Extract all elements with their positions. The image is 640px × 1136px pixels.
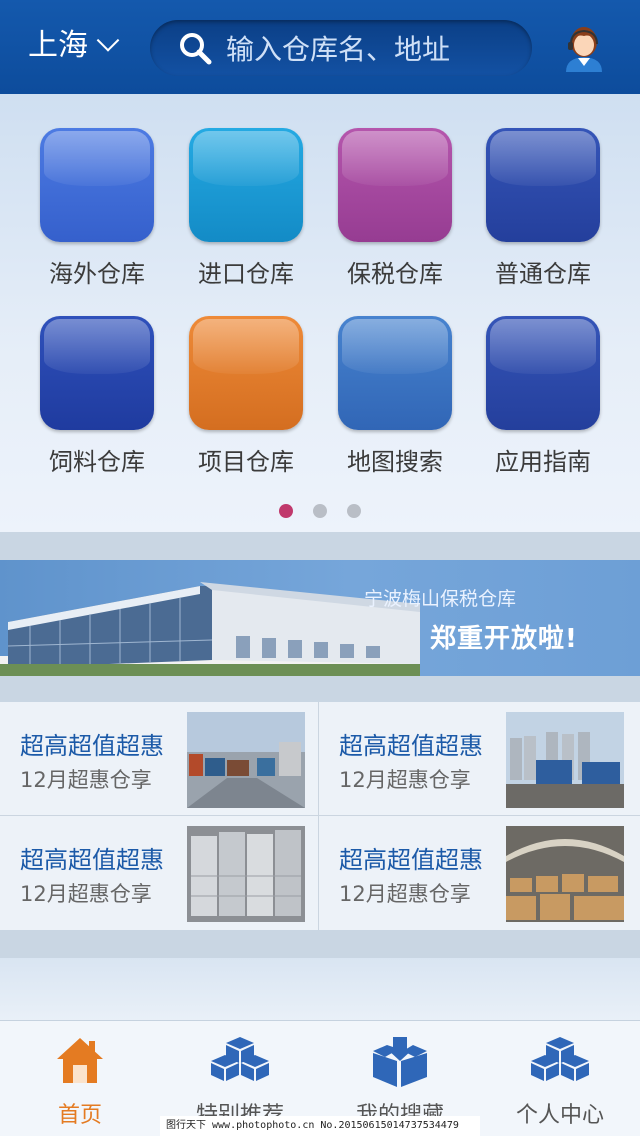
content-spacer: [0, 958, 640, 1020]
category-icon: [338, 128, 452, 242]
watermark-strip: 图行天下 www.photophoto.cn No.20150615014737…: [160, 1116, 480, 1136]
deal-subtitle: 12月超惠仓享: [339, 768, 471, 792]
deal-title: 超高超值超惠: [339, 846, 483, 874]
stacked-goods-image: [187, 826, 305, 922]
tab-label: 首页: [57, 1103, 102, 1128]
category-import-warehouse[interactable]: 进口仓库: [171, 128, 321, 290]
deal-subtitle: 12月超惠仓享: [20, 768, 152, 792]
warehouse-building-image: [0, 582, 420, 676]
category-general-warehouse[interactable]: 普通仓库: [468, 128, 618, 290]
category-icon: [486, 316, 600, 430]
search-input[interactable]: 输入仓库名、地址: [226, 28, 450, 68]
banner-headline: 郑重开放啦!: [430, 624, 578, 654]
category-map-search[interactable]: 地图搜索: [320, 316, 470, 478]
category-icon: [189, 128, 303, 242]
home-icon: [57, 1038, 103, 1083]
category-icon: [486, 128, 600, 242]
page-indicator: [0, 504, 640, 518]
warehouse-boxes-image: [506, 826, 624, 922]
search-bar[interactable]: 输入仓库名、地址: [150, 20, 532, 76]
page-dot[interactable]: [313, 504, 327, 518]
category-grid: 海外仓库 进口仓库 保税仓库 普通仓库 饲料仓库 项目仓库 地图搜索 应用指南: [0, 94, 640, 532]
boxes-icon: [211, 1037, 269, 1081]
category-label: 饲料仓库: [49, 448, 145, 476]
grain-silo-image: [506, 712, 624, 808]
category-label: 保税仓库: [347, 260, 443, 288]
deal-card[interactable]: 超高超值超惠 12月超惠仓享: [319, 702, 638, 815]
category-icon: [189, 316, 303, 430]
category-app-guide[interactable]: 应用指南: [468, 316, 618, 478]
category-label: 地图搜索: [347, 448, 443, 476]
deal-card[interactable]: 超高超值超惠 12月超惠仓享: [319, 816, 638, 929]
deal-subtitle: 12月超惠仓享: [20, 882, 152, 906]
tab-label: 个人中心: [515, 1103, 604, 1128]
banner-subtitle: 宁波梅山保税仓库: [364, 588, 517, 610]
category-bonded-warehouse[interactable]: 保税仓库: [320, 128, 470, 290]
page-dot[interactable]: [347, 504, 361, 518]
category-feed-warehouse[interactable]: 饲料仓库: [22, 316, 172, 478]
deals-grid: 超高超值超惠 12月超惠仓享 超高超值超惠 12月超惠仓享 超高超值超惠 12月…: [0, 702, 640, 930]
section-divider: [0, 676, 640, 702]
deal-subtitle: 12月超惠仓享: [339, 882, 471, 906]
tab-profile[interactable]: 个人中心: [480, 1021, 640, 1136]
grid-divider: [318, 702, 319, 930]
city-selector[interactable]: 上海: [28, 26, 120, 66]
category-label: 海外仓库: [49, 260, 145, 288]
deal-card[interactable]: 超高超值超惠 12月超惠仓享: [0, 702, 319, 815]
city-label: 上海: [28, 28, 88, 63]
deal-title: 超高超值超惠: [20, 732, 164, 760]
category-overseas-warehouse[interactable]: 海外仓库: [22, 128, 172, 290]
deal-card[interactable]: 超高超值超惠 12月超惠仓享: [0, 816, 319, 929]
grid-divider: [0, 815, 640, 816]
box-download-icon: [373, 1037, 427, 1087]
category-label: 应用指南: [495, 448, 591, 476]
deal-title: 超高超值超惠: [339, 732, 483, 760]
promo-banner[interactable]: 宁波梅山保税仓库 郑重开放啦!: [0, 560, 640, 676]
section-divider: [0, 930, 640, 958]
page-dot-active[interactable]: [279, 504, 293, 518]
category-icon: [40, 128, 154, 242]
category-icon: [338, 316, 452, 430]
boxes-icon: [531, 1037, 589, 1081]
tab-home[interactable]: 首页: [0, 1021, 160, 1136]
category-label: 项目仓库: [198, 448, 294, 476]
deal-title: 超高超值超惠: [20, 846, 164, 874]
category-icon: [40, 316, 154, 430]
category-project-warehouse[interactable]: 项目仓库: [171, 316, 321, 478]
chevron-down-icon: [96, 29, 120, 52]
section-divider: [0, 532, 640, 560]
top-header: 上海 输入仓库名、地址: [0, 0, 640, 94]
customer-service-avatar-icon[interactable]: [560, 22, 608, 74]
category-label: 普通仓库: [495, 260, 591, 288]
container-yard-image: [187, 712, 305, 808]
search-icon: [180, 33, 212, 65]
category-label: 进口仓库: [198, 260, 294, 288]
